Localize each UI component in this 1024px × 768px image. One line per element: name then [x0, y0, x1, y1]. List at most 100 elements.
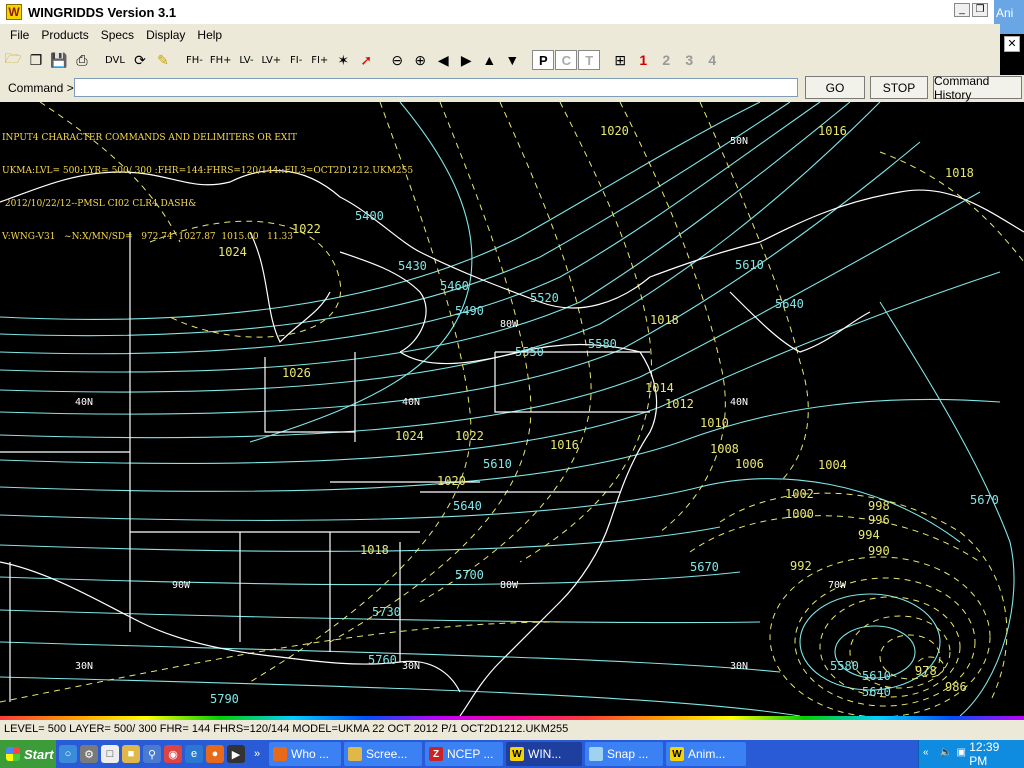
height-contour-label: 5670: [690, 560, 719, 574]
menu-bar: File Products Specs Display Help: [0, 24, 1000, 45]
copy-icon[interactable]: ❐: [25, 49, 47, 71]
firefox-quicklaunch-icon[interactable]: ●: [206, 745, 224, 763]
restore-button[interactable]: ❐: [972, 3, 988, 17]
menu-help[interactable]: Help: [191, 28, 228, 42]
zoom-out-icon[interactable]: ⊖: [386, 49, 408, 71]
start-button[interactable]: Start: [0, 740, 56, 768]
height-contour-label: 5640: [775, 297, 804, 311]
frame-4-button[interactable]: 4: [701, 49, 723, 71]
tray-expand-icon[interactable]: «: [923, 747, 936, 761]
title-bar: W WINGRIDDS Version 3.1 _ ❐: [0, 0, 1024, 24]
open-folder-icon[interactable]: 🗁: [2, 49, 24, 71]
lv-minus-button[interactable]: LV-: [235, 49, 257, 71]
speaker-icon[interactable]: 🔈: [940, 747, 953, 761]
command-history-button[interactable]: Command History: [933, 74, 1022, 102]
task-snap[interactable]: Snap ...: [585, 742, 663, 766]
go-button[interactable]: GO: [805, 76, 865, 99]
media-quicklaunch-icon[interactable]: ▶: [227, 745, 245, 763]
chrome-quicklaunch-icon[interactable]: ◉: [164, 745, 182, 763]
pressure-contour-label: 1000: [785, 507, 814, 521]
task-who[interactable]: Who ...: [269, 742, 341, 766]
info-line-4: V:WNG-V31 ~N:X/MN/SD= 972.74 1027.87 101…: [2, 232, 293, 242]
fi-minus-button[interactable]: FI-: [285, 49, 307, 71]
task-ncep[interactable]: Z NCEP ...: [425, 742, 503, 766]
task-label: NCEP ...: [447, 747, 494, 761]
menu-display[interactable]: Display: [140, 28, 191, 42]
height-contour-label: 5580: [830, 659, 859, 673]
pressure-contour-label: 1010: [700, 416, 729, 430]
task-label: Who ...: [291, 747, 330, 761]
command-input[interactable]: [74, 78, 798, 97]
pressure-contour-label: 1014: [645, 381, 674, 395]
print-icon[interactable]: ⎙: [71, 49, 93, 71]
fh-plus-button[interactable]: FH+: [207, 49, 235, 71]
height-contour-label: 5610: [862, 669, 891, 683]
command-label: Command >: [8, 81, 74, 95]
stop-button[interactable]: STOP: [870, 76, 928, 99]
pressure-contour-label: 978: [915, 664, 937, 678]
info-line-2: UKMA:LVL= 500:LYR= 500/ 300 :FHR=144:FHR…: [2, 166, 414, 176]
wingridds-app-icon[interactable]: W: [6, 4, 22, 20]
lat-lon-label: 30N: [402, 661, 420, 672]
close-button[interactable]: ✕: [1004, 36, 1020, 52]
lat-lon-label: 80W: [500, 319, 519, 330]
search-quicklaunch-icon[interactable]: ⚲: [143, 745, 161, 763]
menu-products[interactable]: Products: [35, 28, 94, 42]
pressure-contour-label: 1002: [785, 487, 814, 501]
wind-barb-icon[interactable]: ✶: [332, 49, 354, 71]
more-quicklaunch-icon[interactable]: »: [248, 745, 266, 763]
menu-file[interactable]: File: [4, 28, 35, 42]
ie-quicklaunch-icon[interactable]: e: [185, 745, 203, 763]
eraser-icon[interactable]: ✎: [152, 49, 174, 71]
lat-lon-label: 80W: [500, 580, 519, 591]
lat-lon-label: 40N: [75, 397, 93, 408]
task-wingridds[interactable]: W WIN...: [506, 742, 582, 766]
taskbar: Start ○ ⚙ □ ■ ⚲ ◉ e ● ▶ » Who ... Scree.…: [0, 740, 1024, 768]
browser-quicklaunch-icon[interactable]: ○: [59, 745, 77, 763]
frame-2-button[interactable]: 2: [655, 49, 677, 71]
pan-up-icon[interactable]: ▲: [478, 49, 500, 71]
lv-plus-button[interactable]: LV+: [258, 49, 284, 71]
height-contour-label: 5520: [530, 291, 559, 305]
task-label: Anim...: [688, 747, 726, 761]
pan-down-icon[interactable]: ▼: [501, 49, 523, 71]
pressure-contour-label: 1018: [650, 313, 679, 327]
start-label: Start: [24, 746, 54, 762]
task-label: Scree...: [366, 747, 408, 761]
view-p-button[interactable]: P: [532, 50, 555, 70]
folder-quicklaunch-icon[interactable]: ■: [122, 745, 140, 763]
frame-3-button[interactable]: 3: [678, 49, 700, 71]
task-screenshots[interactable]: Scree...: [344, 742, 422, 766]
grid-layout-icon[interactable]: ⊞: [609, 49, 631, 71]
view-t-button[interactable]: T: [578, 50, 601, 70]
pressure-contour-label: 1012: [665, 397, 694, 411]
pan-right-icon[interactable]: ▶: [455, 49, 477, 71]
pressure-contour-label: 1018: [360, 543, 389, 557]
toolbar: 🗁 ❐ 💾 ⎙ DVL ⟳ ✎ FH- FH+ LV- LV+ FI- FI+ …: [0, 45, 1000, 75]
height-contour-label: 5790: [210, 692, 239, 706]
fh-minus-button[interactable]: FH-: [183, 49, 206, 71]
pressure-contour-label: 996: [868, 513, 890, 527]
clock[interactable]: 12:39 PM: [969, 740, 1016, 768]
weather-map[interactable]: 5400 5430 5460 5490 5520 5550 5580 5610 5610 5640…: [0, 102, 1024, 716]
minimize-button[interactable]: _: [954, 3, 970, 17]
filezilla-icon: Z: [429, 747, 443, 761]
height-contour-label: 5550: [515, 345, 544, 359]
draw-line-icon[interactable]: ➚: [355, 49, 377, 71]
lat-lon-label: 30N: [730, 661, 748, 672]
document-quicklaunch-icon[interactable]: □: [101, 745, 119, 763]
dvl-button[interactable]: DVL: [102, 49, 128, 71]
menu-specs[interactable]: Specs: [95, 28, 140, 42]
height-contour-label: 5670: [970, 493, 999, 507]
pressure-contour-label: 992: [790, 559, 812, 573]
network-icon[interactable]: ▣: [957, 747, 970, 761]
pan-left-icon[interactable]: ◀: [432, 49, 454, 71]
settings-quicklaunch-icon[interactable]: ⚙: [80, 745, 98, 763]
task-animation[interactable]: W Anim...: [666, 742, 746, 766]
zoom-in-icon[interactable]: ⊕: [409, 49, 431, 71]
refresh-icon[interactable]: ⟳: [129, 49, 151, 71]
frame-1-button[interactable]: 1: [632, 49, 654, 71]
fi-plus-button[interactable]: FI+: [308, 49, 331, 71]
save-icon[interactable]: 💾: [48, 49, 70, 71]
view-c-button[interactable]: C: [555, 50, 578, 70]
